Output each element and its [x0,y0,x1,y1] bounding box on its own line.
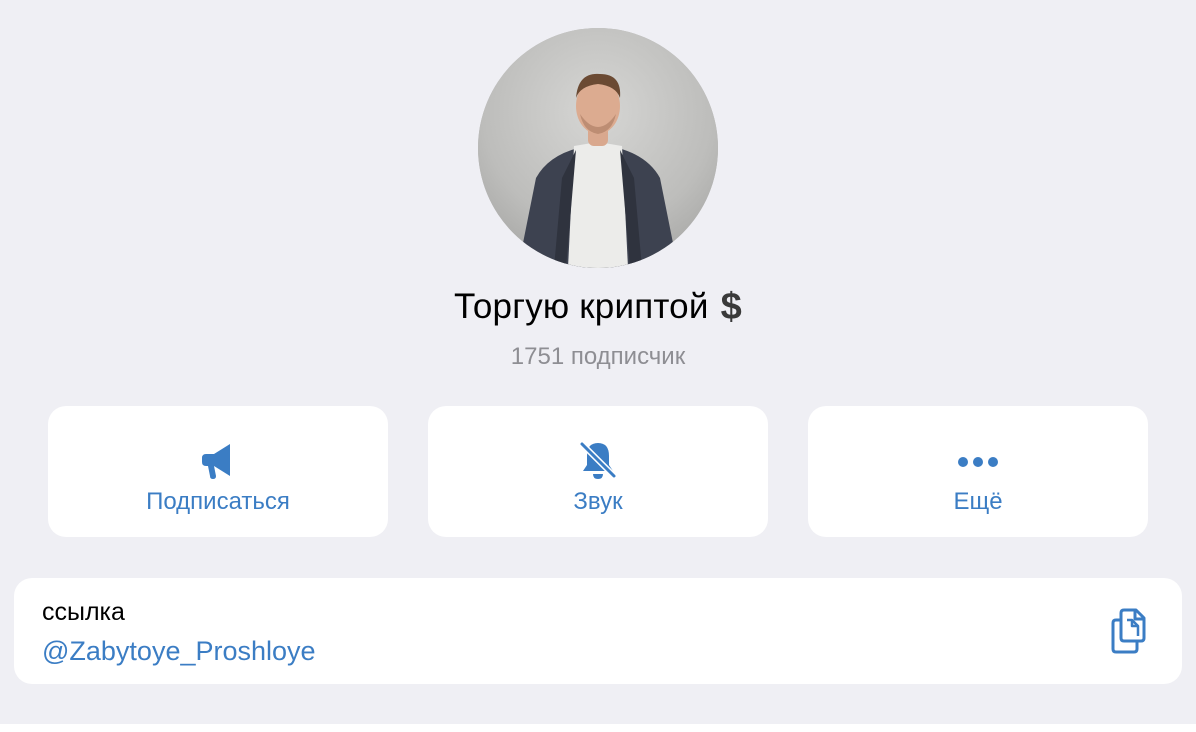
link-label: ссылка [42,598,125,626]
dollar-emoji: $ [720,286,742,328]
link-card: ссылка @Zabytoye_Proshloye [14,578,1182,684]
subscribe-button[interactable]: Подписаться [48,406,388,537]
more-label: Ещё [953,488,1003,515]
channel-title: Торгую криптой $ [0,286,1196,329]
channel-link[interactable]: @Zabytoye_Proshloye [42,636,316,667]
more-button[interactable]: Ещё [808,406,1148,537]
sound-label: Звук [573,488,623,515]
channel-title-text: Торгую криптой [454,287,709,326]
bottom-strip [0,724,1196,732]
megaphone-icon [202,444,230,479]
subscribe-label: Подписаться [146,488,290,515]
bell-slash-icon [579,441,617,479]
avatar-photo [478,28,718,268]
copy-icon[interactable] [1110,608,1152,654]
avatar[interactable] [478,28,718,268]
subscriber-count: 1751 подписчик [510,343,686,370]
sound-button[interactable]: Звук [428,406,768,537]
more-dots-icon [958,457,998,467]
